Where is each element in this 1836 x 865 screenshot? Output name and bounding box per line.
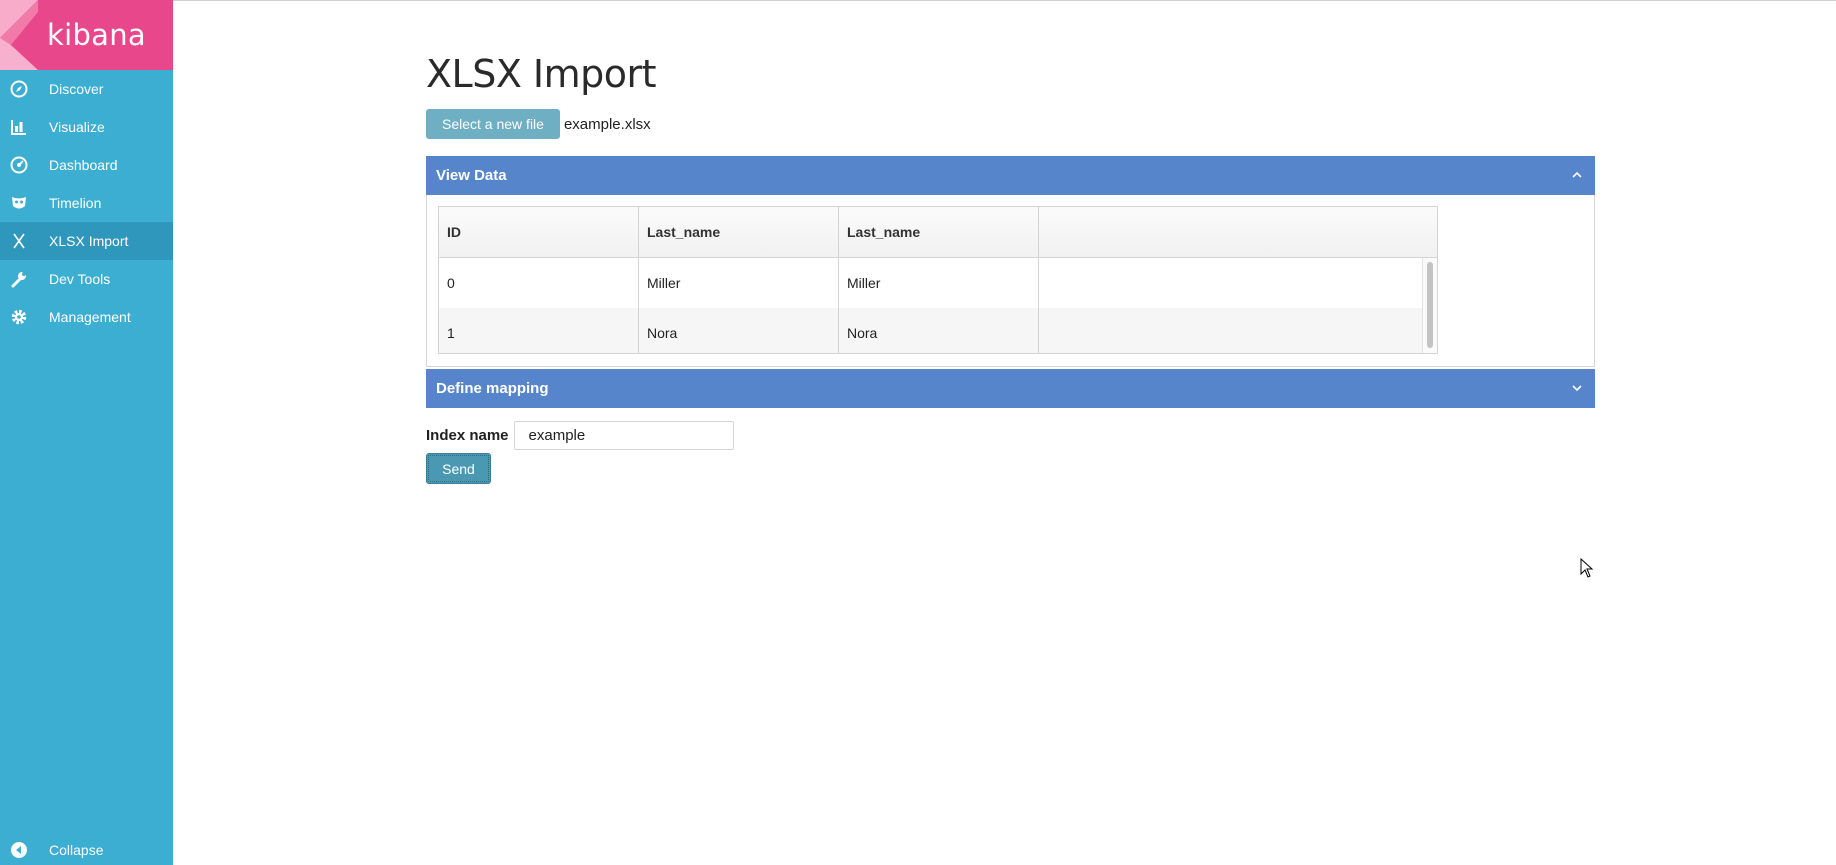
cell-value: Nora (647, 325, 678, 341)
compass-icon (10, 80, 28, 98)
index-name-row: Index name (426, 420, 734, 451)
table-cell (1039, 308, 1423, 353)
cell-value: Miller (847, 275, 881, 291)
wrench-icon (10, 270, 28, 288)
cell-value: Nora (847, 325, 878, 341)
panel-title: Define mapping (436, 380, 549, 397)
sidebar-item-label: XLSX Import (49, 233, 129, 249)
table-cell: 0 (439, 258, 639, 308)
cell-value: 1 (447, 325, 455, 341)
bar-chart-icon (10, 118, 28, 136)
index-name-input[interactable] (513, 421, 734, 450)
table-cell: Nora (839, 308, 1039, 353)
sidebar-item-dashboard[interactable]: Dashboard (0, 146, 173, 184)
sidebar-item-label: Discover (49, 81, 104, 97)
timelion-mask-icon (10, 194, 28, 212)
sidebar-item-dev-tools[interactable]: Dev Tools (0, 260, 173, 298)
sidebar: kibana Discover Visualize Dashboard Time… (0, 0, 173, 865)
chevron-up-icon (1572, 171, 1582, 178)
column-header-label: Last_name (647, 224, 721, 240)
table-cell: Nora (639, 308, 839, 353)
index-name-label: Index name (426, 427, 509, 444)
sidebar-item-timelion[interactable]: Timelion (0, 184, 173, 222)
collapse-label: Collapse (49, 842, 104, 858)
data-grid: ID Last_name Last_name 0 Miller Miller 1… (438, 206, 1438, 354)
grid-scrollbar[interactable] (1422, 258, 1437, 353)
column-header[interactable]: ID (439, 207, 639, 257)
cell-value: Miller (647, 275, 681, 291)
view-data-panel-header[interactable]: View Data (426, 156, 1595, 195)
sidebar-item-visualize[interactable]: Visualize (0, 108, 173, 146)
sidebar-item-label: Dashboard (49, 157, 118, 173)
sidebar-item-management[interactable]: Management (0, 298, 173, 336)
mouse-cursor-icon (1580, 558, 1594, 578)
column-header-label: Last_name (847, 224, 921, 240)
sidebar-item-label: Management (49, 309, 131, 325)
file-selector-row: Select a new file example.xlsx (426, 109, 651, 139)
table-cell: Miller (839, 258, 1039, 308)
sidebar-item-xlsx-import[interactable]: XLSX Import (0, 222, 173, 260)
view-data-panel-body: ID Last_name Last_name 0 Miller Miller 1… (426, 195, 1595, 367)
app-root: kibana Discover Visualize Dashboard Time… (0, 0, 1836, 865)
select-file-button[interactable]: Select a new file (426, 109, 560, 139)
collapse-button[interactable]: Collapse (0, 833, 173, 865)
brand-name: kibana (47, 18, 146, 52)
table-cell: Miller (639, 258, 839, 308)
sidebar-nav: Discover Visualize Dashboard Timelion XL… (0, 70, 173, 336)
column-header[interactable] (1039, 207, 1437, 257)
x-icon (10, 232, 28, 250)
column-header[interactable]: Last_name (639, 207, 839, 257)
sidebar-item-label: Visualize (49, 119, 105, 135)
selected-file-name: example.xlsx (563, 115, 651, 133)
grid-header-row: ID Last_name Last_name (439, 207, 1437, 258)
chevron-left-icon (10, 841, 28, 859)
page-title: XLSX Import (426, 52, 657, 96)
table-cell: 1 (439, 308, 639, 353)
column-header[interactable]: Last_name (839, 207, 1039, 257)
panel-title: View Data (436, 167, 507, 184)
gear-icon (10, 308, 28, 326)
sidebar-item-discover[interactable]: Discover (0, 70, 173, 108)
cell-value: 0 (447, 275, 455, 291)
kibana-logo-icon (0, 0, 38, 70)
define-mapping-panel-header[interactable]: Define mapping (426, 369, 1595, 408)
column-header-label: ID (447, 224, 461, 240)
send-button[interactable]: Send (426, 453, 491, 484)
sidebar-item-label: Dev Tools (49, 271, 111, 287)
scrollbar-thumb[interactable] (1427, 262, 1433, 348)
dashboard-gauge-icon (10, 156, 28, 174)
table-row[interactable]: 1 Nora Nora (439, 308, 1423, 353)
sidebar-item-label: Timelion (49, 195, 102, 211)
table-row[interactable]: 0 Miller Miller (439, 258, 1423, 308)
table-cell (1039, 258, 1423, 308)
chevron-down-icon (1572, 385, 1582, 392)
top-divider (173, 0, 1836, 1)
kibana-logo[interactable]: kibana (0, 0, 173, 70)
